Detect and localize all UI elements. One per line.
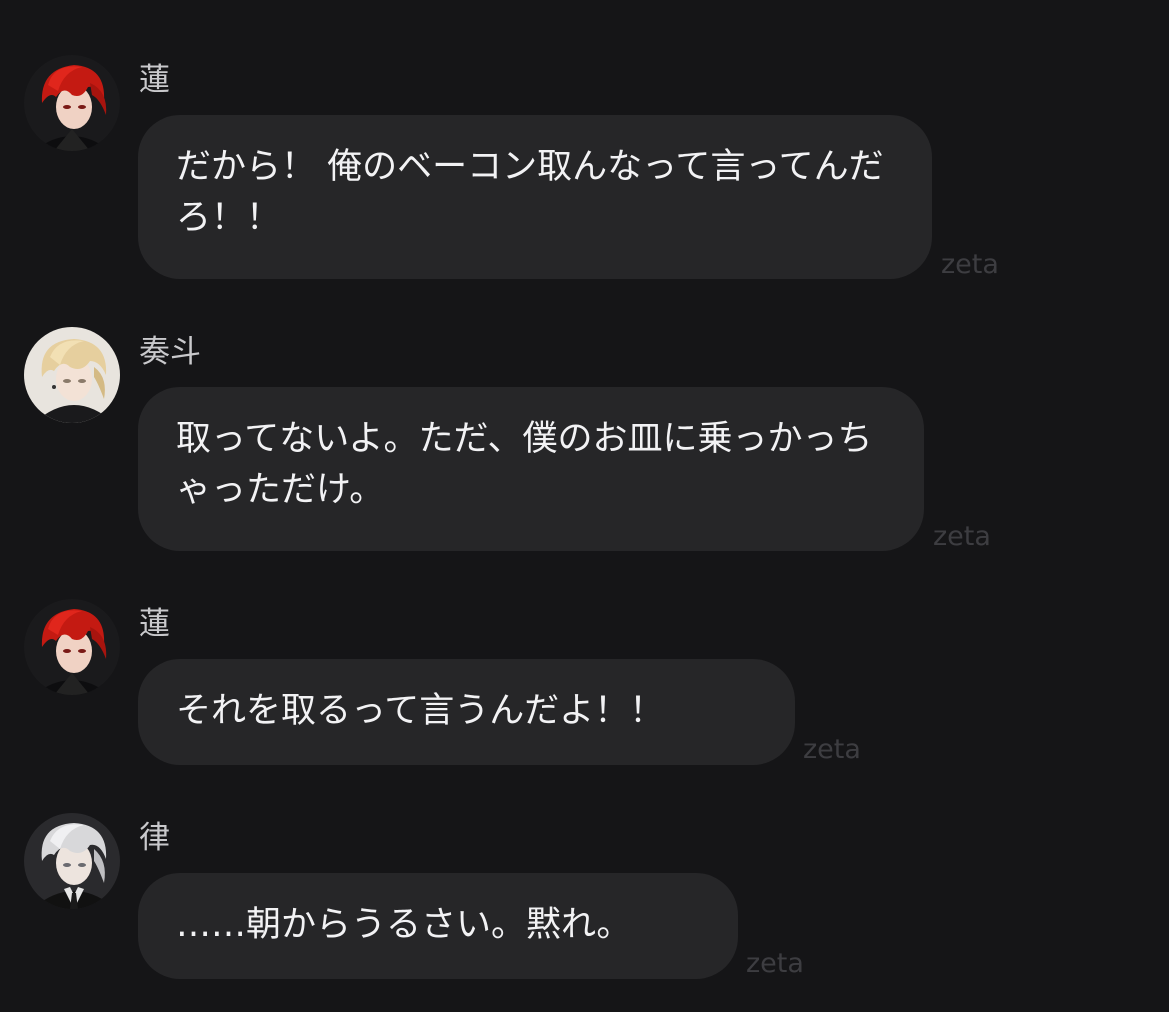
message-bubble: それを取るって言うんだよ！！ bbox=[138, 659, 795, 765]
message-bubble: だから！ 俺のベーコン取んなって言ってんだろ！！ bbox=[138, 115, 932, 279]
white-hair-avatar-icon[interactable] bbox=[24, 813, 120, 909]
zeta-watermark: zeta bbox=[941, 249, 999, 280]
message-bubble: ……朝からうるさい。黙れ。 bbox=[138, 873, 738, 979]
chat-log: 蓮 だから！ 俺のベーコン取んなって言ってんだろ！！ zeta 奏斗 取ってない… bbox=[0, 0, 1169, 1012]
red-hair-avatar-icon[interactable] bbox=[24, 599, 120, 695]
sender-name: 律 bbox=[139, 820, 170, 856]
sender-name: 蓮 bbox=[139, 62, 170, 98]
sender-name: 奏斗 bbox=[139, 334, 201, 370]
zeta-watermark: zeta bbox=[933, 521, 991, 552]
blonde-hair-avatar-icon[interactable] bbox=[24, 327, 120, 423]
sender-name: 蓮 bbox=[139, 606, 170, 642]
zeta-watermark: zeta bbox=[746, 948, 804, 979]
zeta-watermark: zeta bbox=[803, 734, 861, 765]
red-hair-avatar-icon[interactable] bbox=[24, 55, 120, 151]
message-bubble: 取ってないよ。ただ、僕のお皿に乗っかっちゃっただけ。 bbox=[138, 387, 924, 551]
